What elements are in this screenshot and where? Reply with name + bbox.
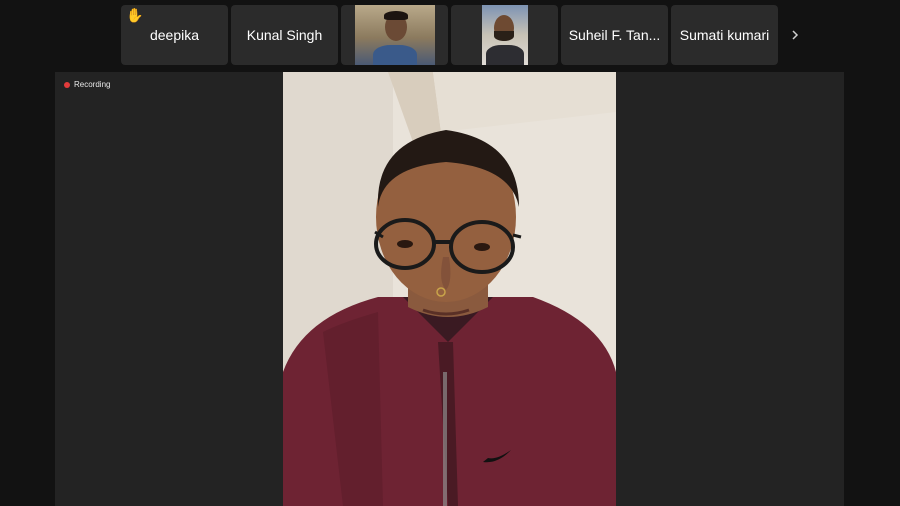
next-page-button[interactable] bbox=[781, 5, 809, 65]
participant-tile-suheil[interactable]: Suheil F. Tan... bbox=[561, 5, 668, 65]
recording-indicator: Recording bbox=[64, 80, 110, 89]
participant-name: Sumati kumari bbox=[679, 27, 770, 43]
chevron-right-icon bbox=[792, 30, 799, 40]
participant-video bbox=[354, 5, 435, 65]
active-speaker-video bbox=[283, 72, 616, 506]
participant-video-tile[interactable] bbox=[341, 5, 448, 65]
active-speaker-stage: Recording bbox=[55, 72, 844, 506]
participant-name: deepika bbox=[149, 27, 200, 43]
participant-name: Suheil F. Tan... bbox=[568, 27, 661, 43]
participant-name: Kunal Singh bbox=[246, 27, 323, 43]
participant-video-tile[interactable] bbox=[451, 5, 558, 65]
participant-tile-sumati-kumari[interactable]: Sumati kumari bbox=[671, 5, 778, 65]
speaker-video-frame bbox=[283, 72, 616, 506]
video-meeting-window: ✋ deepika Kunal Singh Suheil F. Tan... S… bbox=[0, 0, 900, 506]
recording-dot-icon bbox=[64, 81, 70, 88]
recording-label: Recording bbox=[74, 80, 111, 89]
participant-tile-deepika[interactable]: ✋ deepika bbox=[121, 5, 228, 65]
participant-video bbox=[481, 5, 528, 65]
participant-tile-kunal-singh[interactable]: Kunal Singh bbox=[231, 5, 338, 65]
participant-strip: ✋ deepika Kunal Singh Suheil F. Tan... S… bbox=[121, 5, 809, 65]
raised-hand-icon: ✋ bbox=[126, 7, 144, 23]
